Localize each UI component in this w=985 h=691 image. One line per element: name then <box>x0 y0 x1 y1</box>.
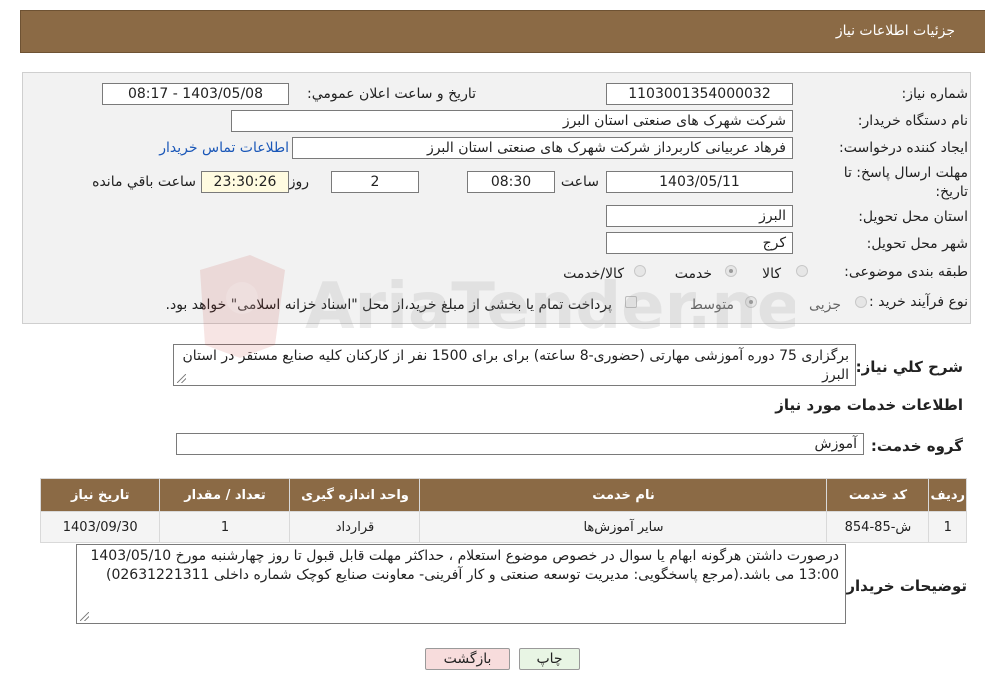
remaining-time-field: 23:30:26 <box>201 171 289 193</box>
need-number-label: شماره نیاز: <box>901 86 969 102</box>
cell-row-number: 1 <box>928 511 967 543</box>
deadline-time-field: 08:30 <box>467 171 555 193</box>
back-button[interactable]: بازگشت <box>425 648 510 670</box>
buyer-notes-label: توضيحات خريدار: <box>840 577 967 595</box>
province-field: البرز <box>606 205 793 227</box>
col-header-service-code: کد خدمت <box>826 478 930 512</box>
summary-textarea[interactable]: برگزاری 75 دوره آموزشی مهارتی (حضوری-8 س… <box>173 344 856 386</box>
services-table: رديف کد خدمت نام خدمت واحد اندازه گيری ت… <box>39 478 967 543</box>
days-field: 2 <box>331 171 419 193</box>
category-option-goods-service: کالا/خدمت <box>563 266 624 282</box>
announce-label: تاریخ و ساعت اعلان عمومي: <box>307 86 476 102</box>
category-option-goods: کالا <box>762 266 781 282</box>
table-row: 1 ش-85-854 سایر آموزش‌ها قرارداد 1 1403/… <box>39 511 967 543</box>
page-header: جزئیات اطلاعات نیاز <box>20 10 985 53</box>
col-header-quantity: تعداد / مقدار <box>159 478 291 512</box>
service-group-label: گروه خدمت: <box>870 437 963 455</box>
creator-field: فرهاد عربیانی کاربرداز شرکت شهرک های صنع… <box>292 137 793 159</box>
resize-grip-icon[interactable] <box>80 612 89 621</box>
buyer-contact-link[interactable]: اطلاعات تماس خريدار <box>159 140 289 156</box>
category-radio-goods-service[interactable] <box>634 265 646 277</box>
buyer-org-field: شرکت شهرک های صنعتی استان البرز <box>231 110 793 132</box>
col-header-need-date: تاريخ نياز <box>39 478 161 512</box>
deadline-time-label: ساعت <box>560 174 599 190</box>
page-title: جزئیات اطلاعات نیاز <box>835 23 955 39</box>
process-option-minor: جزیی <box>809 297 841 313</box>
cell-service-name: سایر آموزش‌ها <box>419 511 828 543</box>
need-number-field: 1103001354000032 <box>606 83 793 105</box>
province-label: استان محل تحويل: <box>858 209 968 225</box>
remaining-label: ساعت باقي مانده <box>92 174 196 190</box>
deadline-date-field: 1403/05/11 <box>606 171 793 193</box>
process-option-medium: متوسط <box>690 297 734 313</box>
col-header-service-name: نام خدمت <box>419 478 828 512</box>
summary-text: برگزاری 75 دوره آموزشی مهارتی (حضوری-8 س… <box>182 348 849 383</box>
summary-label: شرح كلي نياز: <box>855 358 963 376</box>
treasury-note: پرداخت تمام يا بخشی از مبلغ خريد،از محل … <box>165 297 612 313</box>
treasury-checkbox[interactable] <box>625 296 637 308</box>
creator-label: ايجاد کننده درخواست: <box>839 140 968 156</box>
cell-quantity: 1 <box>159 511 291 543</box>
cell-service-code: ش-85-854 <box>826 511 930 543</box>
service-group-field: آموزش <box>176 433 864 455</box>
resize-grip-icon[interactable] <box>177 374 186 383</box>
announce-field: 1403/05/08 - 08:17 <box>102 83 289 105</box>
services-section-title: اطلاعات خدمات مورد نياز <box>775 396 963 414</box>
category-radio-goods[interactable] <box>796 265 808 277</box>
buyer-notes-text: درصورت داشتن هرگونه ابهام یا سوال در خصو… <box>90 548 839 583</box>
process-label: نوع فرآیند خرید : <box>869 294 968 310</box>
process-radio-medium[interactable] <box>745 296 757 308</box>
col-header-row-number: رديف <box>928 478 967 512</box>
category-label: طبقه بندی موضوعی: <box>844 264 968 280</box>
cell-unit: قرارداد <box>289 511 421 543</box>
city-field: کرج <box>606 232 793 254</box>
process-radio-minor[interactable] <box>855 296 867 308</box>
cell-need-date: 1403/09/30 <box>39 511 161 543</box>
category-radio-service[interactable] <box>725 265 737 277</box>
buyer-notes-textarea[interactable]: درصورت داشتن هرگونه ابهام یا سوال در خصو… <box>76 544 846 624</box>
table-header-row: رديف کد خدمت نام خدمت واحد اندازه گيری ت… <box>39 478 967 512</box>
deadline-label: مهلت ارسال پاسخ: تا تاريخ: <box>843 165 968 200</box>
category-option-service: خدمت <box>674 266 712 282</box>
print-button[interactable]: چاپ <box>519 648 580 670</box>
col-header-unit: واحد اندازه گيری <box>289 478 421 512</box>
buyer-org-label: نام دستگاه خريدار: <box>857 113 968 129</box>
city-label: شهر محل تحويل: <box>866 236 968 252</box>
